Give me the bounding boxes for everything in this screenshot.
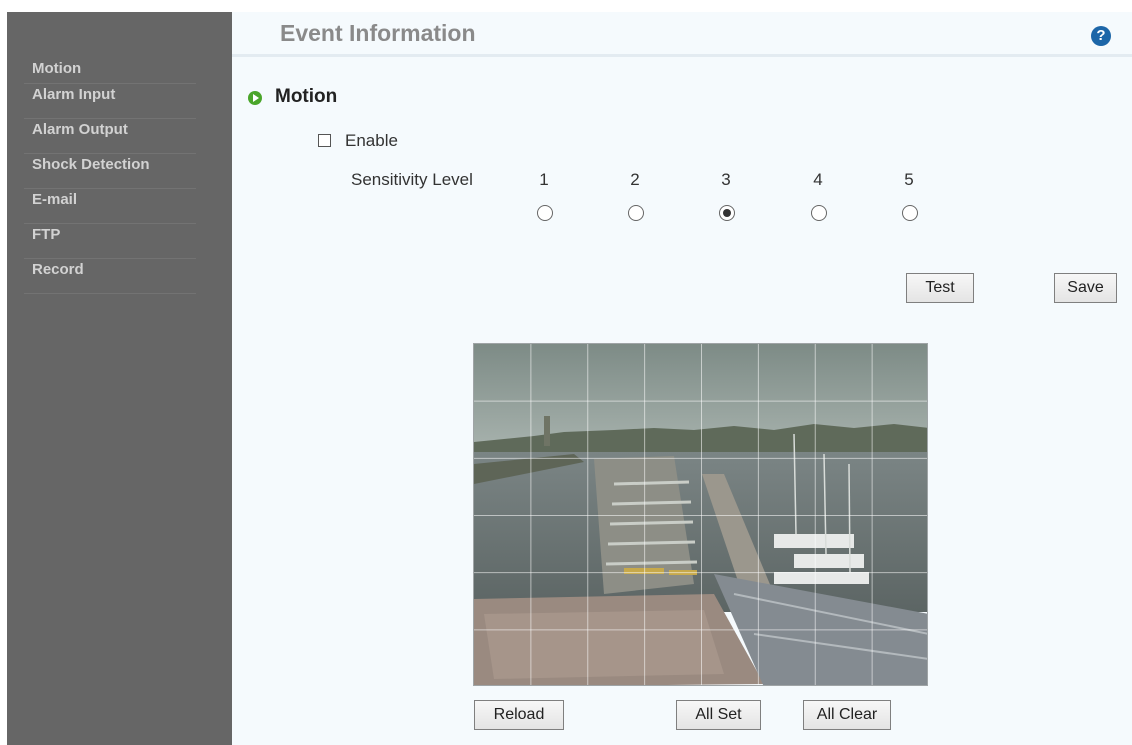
- question-circle-icon[interactable]: ?: [1091, 26, 1111, 46]
- all-clear-button[interactable]: All Clear: [803, 700, 891, 730]
- motion-grid[interactable]: [474, 344, 928, 686]
- sensitivity-level-3-label: 3: [721, 170, 731, 189]
- page-header: Event Information ?: [232, 12, 1132, 57]
- camera-preview[interactable]: [473, 343, 928, 686]
- sensitivity-level-4-radio[interactable]: [811, 205, 827, 221]
- sidebar-item-alarm-input[interactable]: Alarm Input: [24, 84, 196, 119]
- sensitivity-level-2-label: 2: [630, 170, 640, 189]
- sidebar-item-record[interactable]: Record: [24, 259, 196, 294]
- sensitivity-level-4-label: 4: [813, 170, 823, 189]
- sensitivity-level-1-radio[interactable]: [537, 205, 553, 221]
- section-title: Motion: [275, 86, 338, 107]
- sidebar-item-email[interactable]: E-mail: [24, 189, 196, 224]
- sensitivity-level-1-label: 1: [539, 170, 549, 189]
- sidebar-item-ftp[interactable]: FTP: [24, 224, 196, 259]
- test-button[interactable]: Test: [906, 273, 974, 303]
- save-button[interactable]: Save: [1054, 273, 1117, 303]
- sensitivity-level-label: Sensitivity Level: [351, 170, 473, 189]
- sidebar-item-shock-detection[interactable]: Shock Detection: [24, 154, 196, 189]
- sidebar-menu: Motion Alarm Input Alarm Output Shock De…: [24, 58, 196, 294]
- sensitivity-level-5-label: 5: [904, 170, 914, 189]
- sensitivity-level-5-radio[interactable]: [902, 205, 918, 221]
- sidebar-item-motion[interactable]: Motion: [24, 58, 196, 84]
- sidebar-item-alarm-output[interactable]: Alarm Output: [24, 119, 196, 154]
- enable-checkbox[interactable]: [318, 134, 331, 147]
- main-panel: Event Information ? Motion Enable Sensit…: [232, 12, 1132, 745]
- all-set-button[interactable]: All Set: [676, 700, 761, 730]
- sensitivity-level-2-radio[interactable]: [628, 205, 644, 221]
- page-title: Event Information: [280, 20, 476, 46]
- reload-button[interactable]: Reload: [474, 700, 564, 730]
- enable-label: Enable: [345, 131, 398, 150]
- sidebar: Motion Alarm Input Alarm Output Shock De…: [7, 12, 232, 745]
- sensitivity-level-3-radio[interactable]: [719, 205, 735, 221]
- play-circle-icon: [248, 91, 262, 105]
